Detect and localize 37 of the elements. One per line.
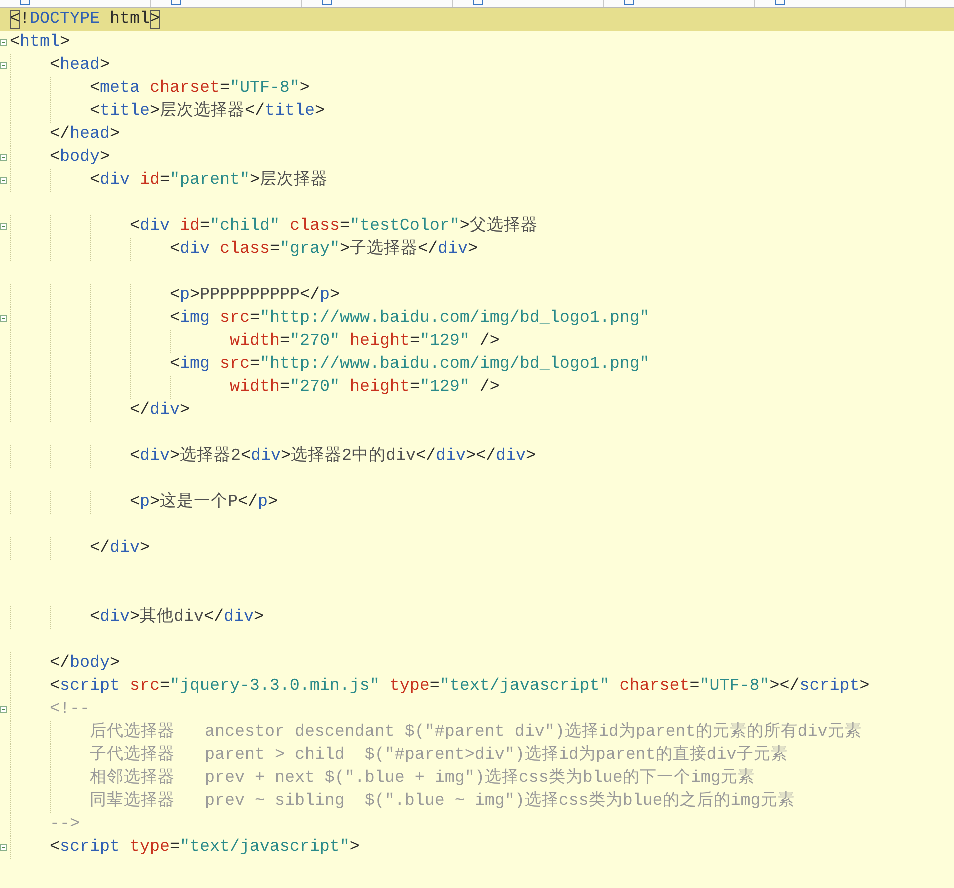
code-comment: --> — [50, 814, 80, 835]
code-line: </body> — [50, 653, 120, 674]
code-line: <div id="parent">层次择器 — [90, 170, 328, 191]
code-comment: <!-- — [50, 699, 90, 720]
code-comment: 子代选择器 parent > child $("#parent>div")选择id为parent的直接div子元素 — [90, 745, 788, 766]
code-line: <div class="gray">子选择器</div> — [170, 239, 478, 260]
code-line: <p>这是一个P</p> — [130, 492, 278, 513]
code-line: <div>选择器2<div>选择器2中的div</div></div> — [130, 446, 536, 467]
collapse-icon[interactable] — [0, 39, 7, 46]
code-line: <div>其他div</div> — [90, 607, 264, 628]
code-line: <script type="text/javascript"> — [50, 837, 360, 858]
collapse-icon[interactable] — [0, 177, 7, 184]
code-line: </div> — [90, 538, 150, 559]
code-line: <!DOCTYPE html> — [10, 9, 160, 30]
code-line: width="270" height="129" /> — [230, 377, 500, 398]
collapse-icon[interactable] — [0, 154, 7, 161]
code-line: <body> — [50, 147, 110, 168]
code-line: </head> — [50, 124, 120, 145]
code-line: <title>层次选择器</title> — [90, 101, 325, 122]
code-comment: 相邻选择器 prev + next $(".blue + img")选择css类为blue的下一个img元素 — [90, 768, 755, 789]
code-line: <img src="http://www.baidu.com/img/bd_logo1.png" — [170, 308, 650, 329]
collapse-icon[interactable] — [0, 844, 7, 851]
code-line: <html> — [10, 32, 70, 53]
collapse-icon[interactable] — [0, 315, 7, 322]
code-line: <p>PPPPPPPPPP</p> — [170, 285, 340, 306]
code-line: <div id="child" class="testColor">父选择器 — [130, 216, 538, 237]
code-line: <head> — [50, 55, 110, 76]
code-comment: 同辈选择器 prev ~ sibling $(".blue ~ img")选择css类为blue的之后的img元素 — [90, 791, 795, 812]
code-comment: 后代选择器 ancestor descendant $("#parent div")选择id为parent的元素的所有div元素 — [90, 722, 862, 743]
code-line: </div> — [130, 400, 190, 421]
code-line: <img src="http://www.baidu.com/img/bd_logo1.png" — [170, 354, 650, 375]
collapse-icon[interactable] — [0, 223, 7, 230]
code-line: width="270" height="129" /> — [230, 331, 500, 352]
code-line: <meta charset="UTF-8"> — [90, 78, 310, 99]
code-line: <script src="jquery-3.3.0.min.js" type="text/javascript" charset="UTF-8"></script> — [50, 676, 870, 697]
collapse-icon[interactable] — [0, 706, 7, 713]
collapse-icon[interactable] — [0, 62, 7, 69]
